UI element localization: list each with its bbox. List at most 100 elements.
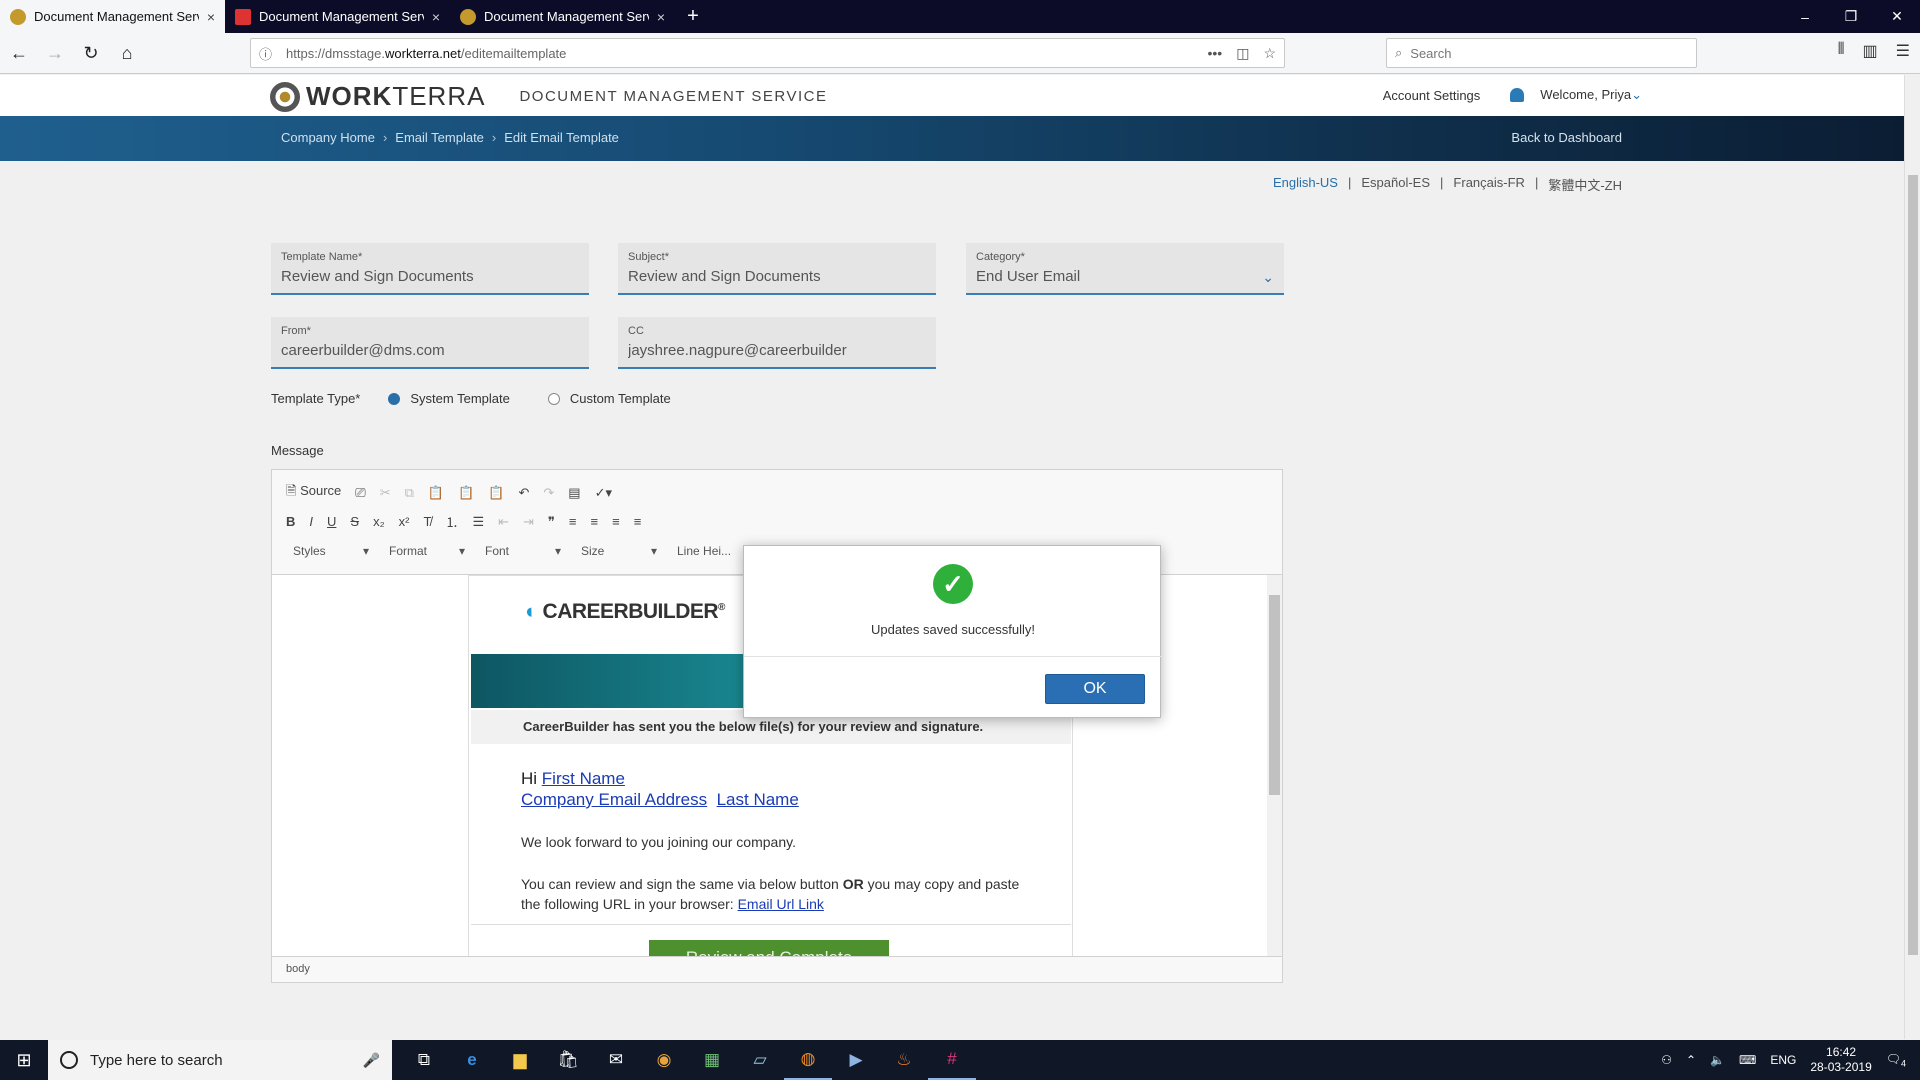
chevron-down-icon[interactable]: ⌄ [1262, 269, 1274, 286]
close-tab-icon[interactable]: × [432, 9, 440, 25]
bookmark-star-icon[interactable]: ☆ [1263, 45, 1276, 62]
lang-english[interactable]: English-US [1273, 175, 1338, 194]
numbered-list-icon[interactable]: ⒈ [445, 512, 458, 531]
email-url-link[interactable]: Email Url Link [738, 896, 824, 912]
subscript-icon[interactable]: x₂ [373, 514, 385, 529]
category-select[interactable]: Category* End User Email ⌄ [966, 243, 1284, 295]
editor-status-path[interactable]: body [272, 956, 1282, 982]
template-name-input[interactable]: Review and Sign Documents [281, 268, 579, 285]
styles-combo[interactable]: Styles ▾ [286, 540, 376, 562]
browser-search-input[interactable]: ⌕ Search [1386, 38, 1697, 68]
paste-word-icon[interactable]: 📋 [488, 485, 504, 501]
home-icon[interactable]: ⌂ [110, 36, 144, 70]
bell-icon[interactable] [1510, 88, 1525, 102]
category-value[interactable]: End User Email [976, 268, 1274, 285]
page-scrollbar[interactable] [1904, 75, 1920, 1039]
align-center-icon[interactable]: ≡ [591, 514, 599, 529]
outdent-icon[interactable]: ⇤ [498, 514, 509, 530]
windows-start-icon[interactable]: ⊞ [0, 1040, 48, 1080]
from-field[interactable]: From* careerbuilder@dms.com [271, 317, 589, 369]
custom-template-radio[interactable] [547, 392, 560, 405]
lang-spanish[interactable]: Español-ES [1361, 175, 1430, 194]
browser-tab-2[interactable]: Document Management Servic × [225, 0, 450, 33]
keyboard-icon[interactable]: ⌨ [1739, 1053, 1756, 1067]
paste-text-icon[interactable]: 📋 [458, 485, 474, 501]
restore-button[interactable]: ❐ [1828, 0, 1874, 33]
mail-icon[interactable]: ✉ [592, 1040, 640, 1080]
strikethrough-icon[interactable]: S [350, 514, 359, 529]
action-center-icon[interactable]: 🗨4 [1886, 1052, 1906, 1068]
italic-icon[interactable]: I [309, 514, 313, 529]
undo-icon[interactable]: ↶ [518, 485, 529, 501]
flame-app-icon[interactable]: ♨ [880, 1040, 928, 1080]
page-actions-icon[interactable]: ••• [1207, 45, 1222, 62]
paste-icon[interactable]: 📋 [428, 485, 444, 501]
justify-icon[interactable]: ≡ [634, 514, 642, 529]
window-close-button[interactable]: ✕ [1874, 0, 1920, 33]
show-hidden-icons-icon[interactable]: ⌃ [1686, 1053, 1696, 1067]
format-combo[interactable]: Format ▾ [382, 540, 472, 562]
volume-icon[interactable]: 🔈 [1710, 1053, 1725, 1067]
taskbar-search-input[interactable]: Type here to search 🎤 [48, 1040, 392, 1080]
task-view-icon[interactable]: ⧉ [400, 1040, 448, 1080]
cut-icon[interactable]: ✂ [380, 485, 391, 501]
info-icon[interactable]: ⓘ [259, 44, 272, 63]
url-bar[interactable]: ⓘ https://dmsstage.workterra.net/editema… [250, 38, 1285, 68]
copy-icon[interactable]: ⧉ [405, 485, 414, 501]
edge-icon[interactable]: e [448, 1040, 496, 1080]
review-and-complete-button[interactable]: Review and Complete [649, 940, 889, 956]
preview-icon[interactable]: ⎚ [355, 485, 365, 501]
custom-template-label[interactable]: Custom Template [570, 391, 671, 406]
menu-icon[interactable]: ☰ [1896, 41, 1910, 61]
underline-icon[interactable]: U [327, 514, 336, 529]
font-combo[interactable]: Font ▾ [478, 540, 568, 562]
microphone-icon[interactable]: 🎤 [363, 1052, 380, 1069]
library-icon[interactable]: ⫴ [1838, 41, 1845, 61]
template-icon[interactable]: ▤ [568, 485, 580, 501]
browser-tab-3[interactable]: Document Management Servic × [450, 0, 675, 33]
system-template-radio[interactable] [388, 392, 401, 405]
sidebar-icon[interactable]: ▥ [1863, 41, 1878, 61]
template-name-field[interactable]: Template Name* Review and Sign Documents [271, 243, 589, 295]
people-icon[interactable]: ⚇ [1661, 1053, 1672, 1067]
language-indicator[interactable]: ENG [1770, 1053, 1796, 1067]
back-arrow-icon[interactable]: ← [2, 36, 36, 70]
blockquote-icon[interactable]: ❞ [548, 514, 555, 530]
subject-input[interactable]: Review and Sign Documents [628, 268, 926, 285]
align-left-icon[interactable]: ≡ [569, 514, 577, 529]
notepad-icon[interactable]: ▱ [736, 1040, 784, 1080]
store-icon[interactable]: 🛍 [544, 1040, 592, 1080]
cc-field[interactable]: CC jayshree.nagpure@careerbuilder [618, 317, 936, 369]
firefox-icon[interactable]: ◍ [784, 1040, 832, 1080]
workterra-logo[interactable]: WORKTERRA DOCUMENT MANAGEMENT SERVICE [270, 81, 828, 112]
from-input[interactable]: careerbuilder@dms.com [281, 342, 579, 359]
cc-input[interactable]: jayshree.nagpure@careerbuilder [628, 342, 926, 359]
first-name-placeholder-link[interactable]: First Name [542, 769, 625, 788]
new-tab-button[interactable]: + [675, 0, 711, 33]
bulleted-list-icon[interactable]: ☰ [472, 514, 484, 530]
forward-arrow-icon[interactable]: → [38, 36, 72, 70]
indent-icon[interactable]: ⇥ [523, 514, 534, 530]
file-explorer-icon[interactable]: ▆ [496, 1040, 544, 1080]
close-tab-icon[interactable]: × [207, 9, 215, 25]
spellcheck-icon[interactable]: ✓▾ [595, 485, 612, 501]
pocket-icon[interactable]: ◫ [1236, 45, 1249, 62]
source-button[interactable]: 🗎 Source [286, 482, 341, 504]
last-name-placeholder-link[interactable]: Last Name [717, 790, 799, 809]
lang-chinese[interactable]: 繁體中文-ZH [1548, 175, 1622, 194]
bold-icon[interactable]: B [286, 514, 295, 529]
ok-button[interactable]: OK [1045, 674, 1145, 704]
minimize-button[interactable]: – [1782, 0, 1828, 33]
system-template-label[interactable]: System Template [410, 391, 509, 406]
redo-icon[interactable]: ↷ [543, 485, 554, 501]
media-player-icon[interactable]: ▶ [832, 1040, 880, 1080]
lang-french[interactable]: Français-FR [1453, 175, 1525, 194]
editor-scrollbar[interactable] [1267, 575, 1282, 957]
chrome-icon[interactable]: ◉ [640, 1040, 688, 1080]
account-settings-link[interactable]: Account Settings [1383, 88, 1481, 103]
taskbar-clock[interactable]: 16:42 28-03-2019 [1810, 1045, 1871, 1075]
breadcrumb-email-template[interactable]: Email Template [395, 130, 484, 145]
back-to-dashboard-link[interactable]: Back to Dashboard [1511, 130, 1622, 145]
close-tab-icon[interactable]: × [657, 9, 665, 25]
company-email-placeholder-link[interactable]: Company Email Address [521, 790, 707, 809]
